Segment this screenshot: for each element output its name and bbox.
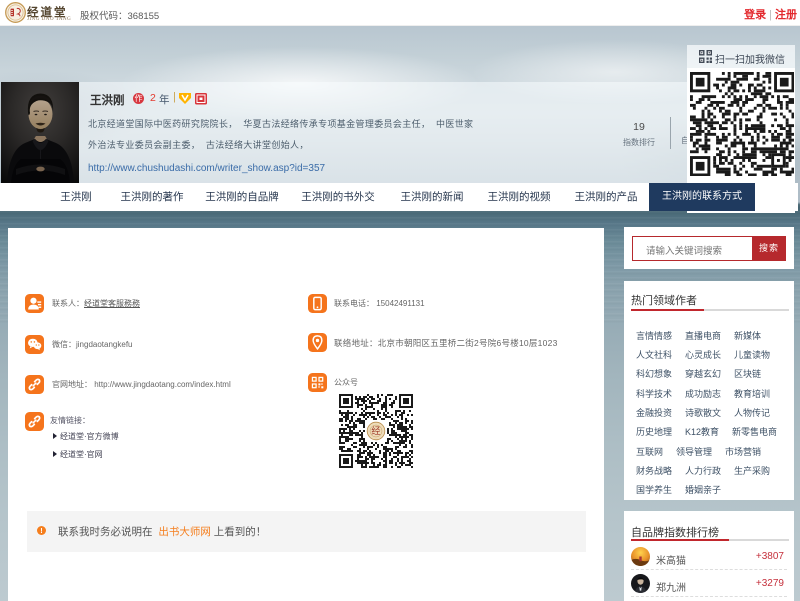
svg-text:经: 经 [371,425,380,436]
